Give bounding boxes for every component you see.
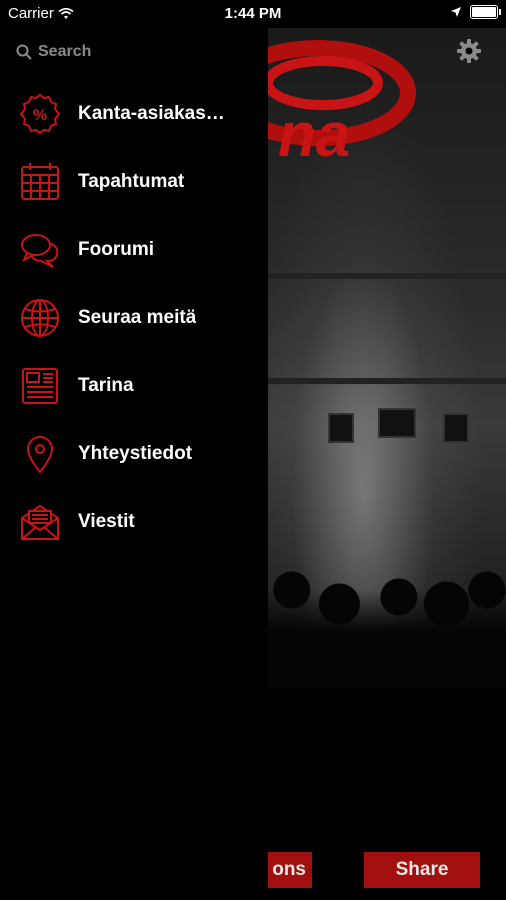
menu-item-foorumi[interactable]: Foorumi — [0, 219, 268, 281]
menu-item-label: Tarina — [78, 375, 134, 396]
menu-item-label: Viestit — [78, 511, 135, 532]
menu-item-kanta-asiakas[interactable]: % Kanta-asiakas… — [0, 83, 268, 145]
location-pin-icon — [18, 432, 62, 476]
menu-item-seuraa-meita[interactable]: Seuraa meitä — [0, 287, 268, 349]
share-button-label: Share — [395, 859, 449, 880]
menu-item-tarina[interactable]: Tarina — [0, 355, 268, 417]
stage-light — [378, 408, 416, 438]
search-field[interactable]: Search — [16, 43, 91, 61]
newspaper-icon — [18, 364, 62, 408]
stage-truss — [268, 378, 506, 384]
svg-text:na: na — [278, 101, 350, 168]
stage-truss — [268, 273, 506, 279]
battery-icon — [470, 5, 501, 19]
globe-icon — [18, 296, 62, 340]
status-bar: Carrier 1:44 PM — [0, 0, 506, 28]
menu-item-tapahtumat[interactable]: Tapahtumat — [0, 151, 268, 213]
envelope-icon — [18, 500, 62, 544]
menu-item-label: Kanta-asiakas… — [78, 103, 225, 124]
status-time: 1:44 PM — [224, 5, 282, 22]
menu-item-label: Yhteystiedot — [78, 443, 193, 464]
menu-item-label: Foorumi — [78, 239, 154, 260]
options-button-label: ons — [272, 859, 306, 880]
chat-bubbles-icon — [18, 228, 62, 272]
calendar-icon — [18, 160, 62, 204]
crowd-silhouette — [268, 548, 506, 688]
svg-text:%: % — [33, 107, 47, 124]
status-right — [450, 5, 501, 19]
menu-item-viestit[interactable]: Viestit — [0, 491, 268, 553]
share-button[interactable]: Share — [364, 852, 480, 888]
menu-item-label: Tapahtumat — [78, 171, 185, 192]
menu-item-label: Seuraa meitä — [78, 307, 197, 328]
stage-light — [443, 413, 469, 443]
venue-logo: na — [268, 40, 416, 168]
side-menu: Search % Kanta-asiakas… Tapahtumat Fooru… — [0, 28, 481, 900]
location-arrow-icon — [451, 7, 461, 17]
menu-item-yhteystiedot[interactable]: Yhteystiedot — [0, 423, 268, 485]
percent-badge-icon: % — [18, 92, 62, 136]
search-placeholder: Search — [38, 43, 92, 60]
background-image: na — [268, 28, 506, 688]
stage-light — [328, 413, 354, 443]
gear-icon[interactable] — [456, 38, 482, 64]
search-icon — [16, 44, 32, 60]
